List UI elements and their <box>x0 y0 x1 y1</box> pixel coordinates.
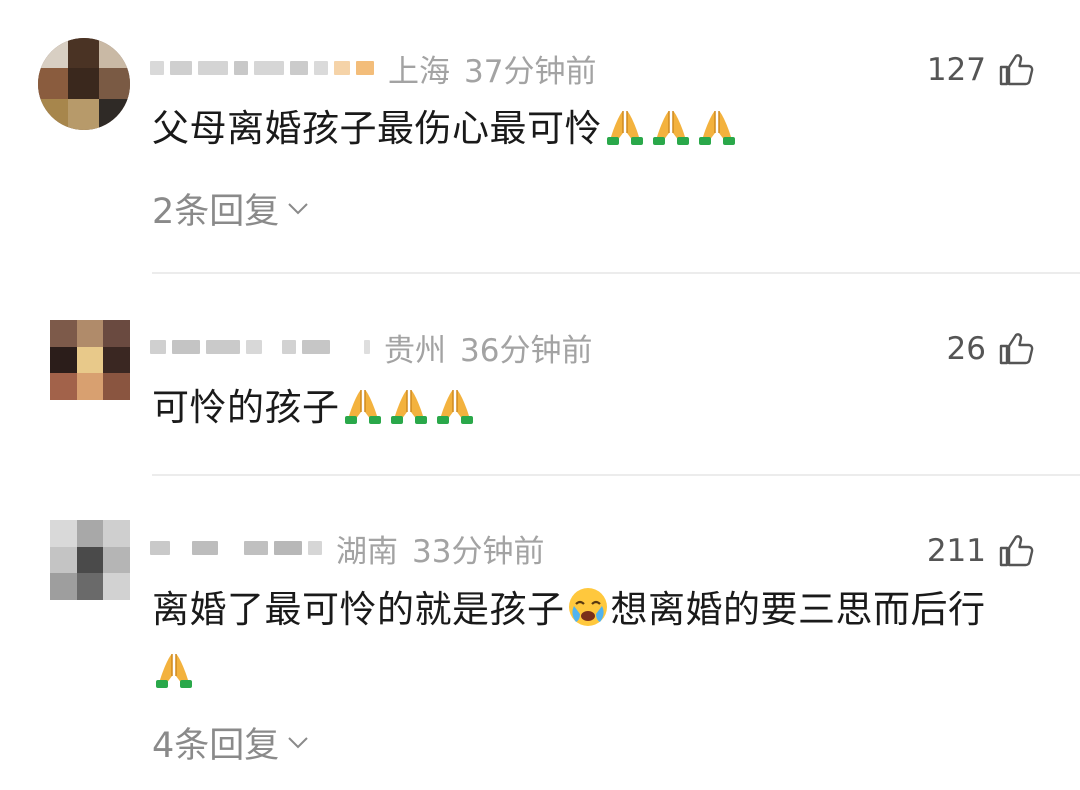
comment-text: 可怜的孩子 <box>152 380 1042 442</box>
thumbs-up-icon <box>998 332 1034 366</box>
comment-location: 湖南 <box>336 533 398 570</box>
chevron-down-icon <box>288 202 308 214</box>
praying-hands-icon <box>433 386 477 442</box>
comment-location: 贵州 <box>384 332 446 369</box>
view-replies-button[interactable]: 4条回复 <box>152 717 309 768</box>
comment-text: 父母离婚孩子最伤心最可怜 <box>152 101 1042 163</box>
avatar[interactable] <box>50 320 130 400</box>
comment-meta: 湖南 33分钟前 <box>150 528 545 570</box>
divider <box>152 474 1080 476</box>
chevron-down-icon <box>288 736 308 748</box>
avatar[interactable] <box>38 38 130 130</box>
praying-hands-icon <box>649 107 693 163</box>
username-blurred[interactable] <box>150 327 370 367</box>
comment-location: 上海 <box>388 53 450 90</box>
praying-hands-icon <box>603 107 647 163</box>
comment-time: 37分钟前 <box>464 53 597 90</box>
like-count: 127 <box>926 52 986 88</box>
like-count: 211 <box>926 533 986 569</box>
thumbs-up-icon <box>998 53 1034 87</box>
username-blurred[interactable] <box>150 48 374 88</box>
crying-face-icon <box>566 586 610 644</box>
comment-meta: 贵州 36分钟前 <box>150 327 593 369</box>
comment-text: 离婚了最可怜的就是孩子 想离婚的要三思而后行 <box>152 582 1042 706</box>
praying-hands-icon <box>695 107 739 163</box>
comment-time: 36分钟前 <box>460 332 593 369</box>
thumbs-up-icon <box>998 534 1034 568</box>
divider <box>152 272 1080 274</box>
view-replies-button[interactable]: 2条回复 <box>152 183 309 234</box>
praying-hands-icon <box>341 386 385 442</box>
avatar[interactable] <box>50 520 130 600</box>
praying-hands-icon <box>387 386 431 442</box>
comment-time: 33分钟前 <box>412 533 545 570</box>
like-button[interactable]: 26 <box>947 329 1034 369</box>
like-button[interactable]: 127 <box>927 50 1034 90</box>
like-count: 26 <box>946 331 986 367</box>
comment-meta: 上海 37分钟前 <box>150 48 597 90</box>
username-blurred[interactable] <box>150 528 322 568</box>
praying-hands-icon <box>152 650 196 706</box>
like-button[interactable]: 211 <box>927 531 1034 571</box>
